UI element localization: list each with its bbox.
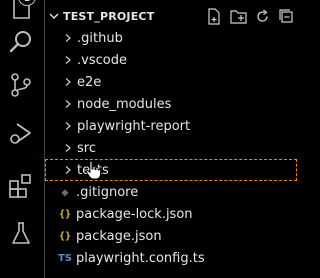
folder-playwright-report[interactable]: playwright-report xyxy=(45,115,298,137)
extensions-icon[interactable] xyxy=(6,170,36,200)
folder-github[interactable]: .github xyxy=(45,27,298,49)
file-label: package-lock.json xyxy=(76,206,193,222)
chevron-right-icon xyxy=(63,99,77,109)
activity-bar: 1 xyxy=(0,0,45,278)
folder-label: playwright-report xyxy=(77,118,191,134)
folder-node-modules[interactable]: node_modules xyxy=(45,93,298,115)
file-label: playwright.config.ts xyxy=(76,250,205,266)
run-debug-icon[interactable] xyxy=(6,118,36,148)
folder-label: node_modules xyxy=(77,96,172,112)
collapse-all-icon[interactable] xyxy=(277,7,296,26)
new-folder-icon[interactable] xyxy=(229,7,248,26)
folder-label: tests xyxy=(77,162,109,178)
chevron-right-icon xyxy=(63,55,77,65)
json-icon: {} xyxy=(58,230,72,242)
chevron-down-icon[interactable] xyxy=(45,10,63,22)
chevron-right-icon xyxy=(63,165,77,175)
json-icon: {} xyxy=(58,208,72,220)
folder-label: e2e xyxy=(77,74,102,90)
flask-icon[interactable] xyxy=(6,218,36,248)
chevron-right-icon xyxy=(63,143,77,153)
file-label: .gitignore xyxy=(76,184,139,200)
file-gitignore[interactable]: ◆ .gitignore xyxy=(45,181,298,203)
file-label: package.json xyxy=(76,228,162,244)
explorer-panel: TEST_PROJECT .github .vscode e2e node_mo… xyxy=(45,0,298,278)
explorer-header[interactable]: TEST_PROJECT xyxy=(45,5,298,27)
gitignore-icon: ◆ xyxy=(61,185,69,199)
search-icon[interactable] xyxy=(6,27,36,57)
folder-vscode[interactable]: .vscode xyxy=(45,49,298,71)
folder-label: src xyxy=(77,140,96,156)
new-file-icon[interactable] xyxy=(205,7,224,26)
source-control-icon[interactable] xyxy=(6,70,36,100)
file-package-json[interactable]: {} package.json xyxy=(45,225,298,247)
chevron-right-icon xyxy=(63,121,77,131)
files-icon[interactable]: 1 xyxy=(6,0,36,24)
refresh-icon[interactable] xyxy=(253,7,272,26)
file-tree: .github .vscode e2e node_modules playwri… xyxy=(45,27,298,269)
folder-tests[interactable]: tests xyxy=(45,159,297,181)
file-package-lock-json[interactable]: {} package-lock.json xyxy=(45,203,298,225)
file-playwright-config-ts[interactable]: TS playwright.config.ts xyxy=(45,247,298,269)
folder-label: .vscode xyxy=(77,52,127,68)
folder-e2e[interactable]: e2e xyxy=(45,71,298,93)
folder-label: .github xyxy=(77,30,123,46)
folder-src[interactable]: src xyxy=(45,137,298,159)
project-title: TEST_PROJECT xyxy=(63,9,155,23)
typescript-icon: TS xyxy=(57,252,73,264)
chevron-right-icon xyxy=(63,77,77,87)
chevron-right-icon xyxy=(63,33,77,43)
explorer-actions xyxy=(205,5,296,27)
